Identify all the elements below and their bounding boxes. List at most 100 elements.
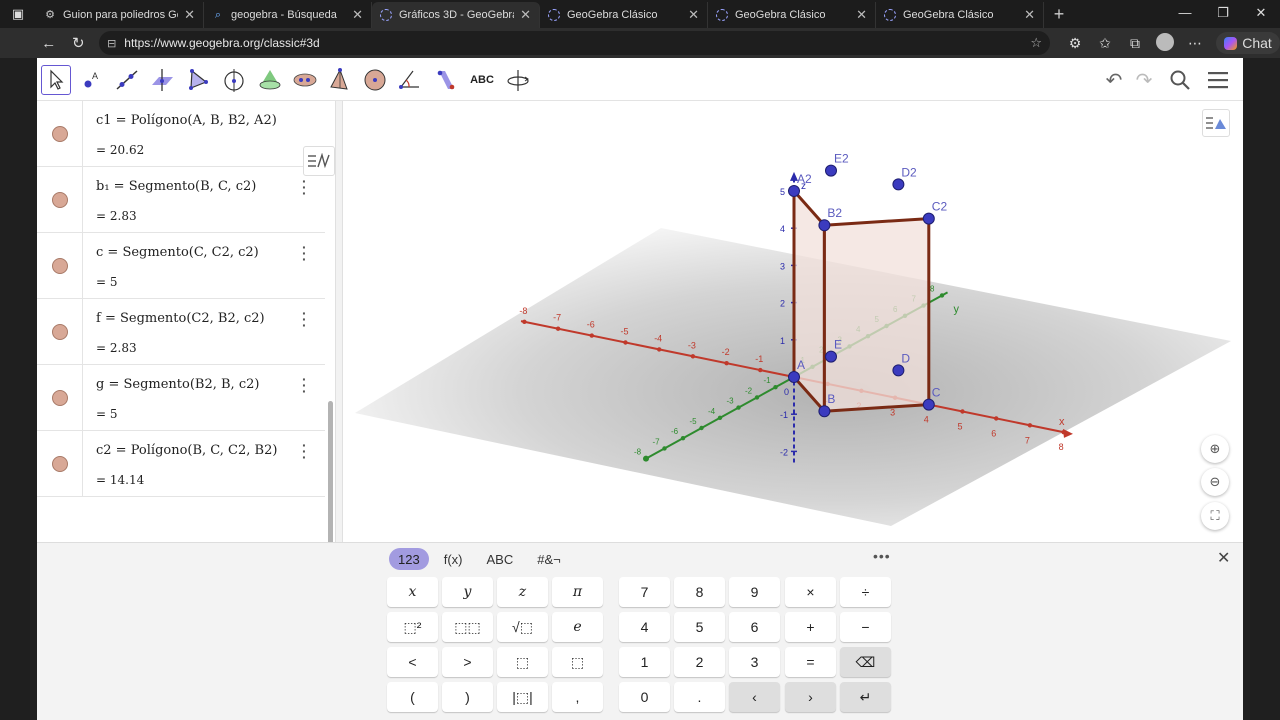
more-icon[interactable]: ••• [873, 548, 891, 564]
new-tab-button[interactable]: + [1044, 2, 1074, 28]
close-icon[interactable]: ✕ [688, 7, 699, 23]
algebra-row-c[interactable]: c = Segmento(C, C2, c2) = 5 · · · [37, 233, 325, 299]
visibility-toggle[interactable] [52, 126, 68, 142]
more-options-icon[interactable]: · · · [302, 174, 307, 200]
key-left-3-0[interactable]: ( [387, 682, 438, 712]
close-icon[interactable]: ✕ [520, 7, 531, 23]
algebra-row-f[interactable]: f = Segmento(C2, B2, c2) = 2.83 · · · [37, 299, 325, 365]
key-left-2-3[interactable]: ⬚ [552, 647, 603, 677]
more-icon[interactable]: ⋯ [1180, 35, 1210, 52]
algebra-row-c1[interactable]: c1 = Polígono(A, B, B2, A2) = 20.62 [37, 101, 325, 167]
collections-icon[interactable]: ⧉ [1120, 35, 1150, 52]
key-left-2-1[interactable]: > [442, 647, 493, 677]
key-left-2-0[interactable]: < [387, 647, 438, 677]
key-left-1-2[interactable]: √⬚ [497, 612, 548, 642]
angle-tool[interactable] [395, 65, 425, 95]
cone-tool[interactable] [325, 65, 355, 95]
key-left-1-0[interactable]: ⬚² [387, 612, 438, 642]
visibility-toggle[interactable] [52, 390, 68, 406]
intersect-surfaces-tool[interactable] [255, 65, 285, 95]
key-right-3-1[interactable]: . [674, 682, 725, 712]
more-options-icon[interactable]: · · · [302, 306, 307, 332]
rotate-view-tool[interactable] [503, 65, 533, 95]
search-icon[interactable] [1165, 66, 1195, 94]
reload-icon[interactable]: ↻ [64, 34, 94, 52]
circle-axis-tool[interactable] [219, 65, 249, 95]
more-options-icon[interactable]: · · · [302, 372, 307, 398]
maximize-icon[interactable]: ❐ [1204, 0, 1242, 28]
key-left-1-3[interactable]: e [552, 612, 603, 642]
3d-scene[interactable]: x -8 -7 -6 -5 -4 -3 -2 -1 1 2 3 4 5 6 7 8 y -8 -7 -6 -5 -4 -3 -2… [343, 101, 1243, 542]
close-keyboard-icon[interactable]: ✕ [1217, 548, 1230, 568]
minimize-icon[interactable]: — [1166, 0, 1204, 28]
algebra-definition[interactable]: c = Segmento(C, C2, c2) [96, 245, 259, 260]
chat-button[interactable]: Chat [1216, 32, 1280, 54]
tab-symbols[interactable]: #&¬ [528, 548, 570, 570]
key-right-2-1[interactable]: 2 [674, 647, 725, 677]
close-icon[interactable]: ✕ [352, 7, 363, 23]
visibility-toggle[interactable] [52, 192, 68, 208]
key-right-1-2[interactable]: 6 [729, 612, 780, 642]
key-right-3-4[interactable]: ↵ [840, 682, 891, 712]
key-left-3-2[interactable]: |⬚| [497, 682, 548, 712]
tab-search[interactable]: ⌕ geogebra - Búsqueda ✕ [204, 2, 372, 28]
key-right-2-4[interactable]: ⌫ [840, 647, 891, 677]
close-window-icon[interactable]: ✕ [1242, 0, 1280, 28]
reflect-tool[interactable] [431, 65, 461, 95]
text-tool[interactable]: ABC [467, 65, 497, 95]
polygon-tool[interactable] [183, 65, 213, 95]
undo-icon[interactable]: ↶ [1099, 66, 1129, 94]
key-right-2-3[interactable]: = [785, 647, 836, 677]
key-left-2-2[interactable]: ⬚ [497, 647, 548, 677]
algebra-row-c2[interactable]: c2 = Polígono(B, C, C2, B2) = 14.14 · · · [37, 431, 325, 497]
key-right-2-0[interactable]: 1 [619, 647, 670, 677]
profile-avatar[interactable] [1150, 32, 1180, 54]
url-field[interactable]: ⊟ https://www.geogebra.org/classic#3d ☆ [99, 31, 1051, 55]
panel-divider[interactable] [335, 101, 343, 542]
graphics-style-toggle-icon[interactable] [1202, 109, 1230, 137]
algebra-definition[interactable]: g = Segmento(B2, B, c2) [96, 377, 259, 392]
visibility-toggle[interactable] [52, 324, 68, 340]
site-info-icon[interactable]: ⊟ [107, 37, 116, 50]
key-right-0-2[interactable]: 9 [729, 577, 780, 607]
favorite-star-icon[interactable]: ☆ [1030, 35, 1042, 51]
main-menu-icon[interactable] [1203, 66, 1233, 94]
more-options-icon[interactable]: · · · [302, 240, 307, 266]
key-right-3-2[interactable]: ‹ [729, 682, 780, 712]
key-right-0-1[interactable]: 8 [674, 577, 725, 607]
key-left-3-3[interactable]: , [552, 682, 603, 712]
key-right-0-4[interactable]: ÷ [840, 577, 891, 607]
tab-abc[interactable]: ABC [477, 548, 522, 570]
algebra-definition[interactable]: c2 = Polígono(B, C, C2, B2) [96, 443, 277, 458]
favorites-icon[interactable]: ✩ [1090, 35, 1120, 52]
key-left-3-1[interactable]: ) [442, 682, 493, 712]
key-right-0-3[interactable]: × [785, 577, 836, 607]
algebra-scrollbar[interactable] [328, 401, 333, 542]
key-left-0-3[interactable]: π [552, 577, 603, 607]
tab-geogebra-clasico-2[interactable]: GeoGebra Clásico ✕ [708, 2, 876, 28]
move-tool[interactable] [41, 65, 71, 95]
key-right-3-0[interactable]: 0 [619, 682, 670, 712]
key-right-1-3[interactable]: + [785, 612, 836, 642]
redo-icon[interactable]: ↷ [1129, 66, 1159, 94]
pyramid-tool[interactable] [290, 65, 320, 95]
key-left-0-1[interactable]: y [442, 577, 493, 607]
sphere-tool[interactable] [360, 65, 390, 95]
algebra-style-toggle-icon[interactable] [303, 146, 335, 176]
tab-guion[interactable]: ⚙Guion para poliedros GeoGe✕ [36, 2, 204, 28]
algebra-definition[interactable]: c1 = Polígono(A, B, B2, A2) [96, 113, 277, 128]
key-right-3-3[interactable]: › [785, 682, 836, 712]
tab-123[interactable]: 123 [389, 548, 429, 570]
algebra-definition[interactable]: f = Segmento(C2, B2, c2) [96, 311, 265, 326]
point-tool[interactable]: A [77, 65, 107, 95]
window-menu-icon[interactable]: ▣ [0, 0, 36, 28]
more-options-icon[interactable]: · · · [302, 438, 307, 464]
line-tool[interactable] [112, 65, 142, 95]
key-left-0-0[interactable]: x [387, 577, 438, 607]
graphics-3d-view[interactable]: x -8 -7 -6 -5 -4 -3 -2 -1 1 2 3 4 5 6 7 8 y -8 -7 -6 -5 -4 -3 -2… [343, 101, 1243, 542]
key-right-1-0[interactable]: 4 [619, 612, 670, 642]
visibility-toggle[interactable] [52, 258, 68, 274]
algebra-row-b1[interactable]: b₁ = Segmento(B, C, c2) = 2.83 · · · [37, 167, 325, 233]
visibility-toggle[interactable] [52, 456, 68, 472]
close-icon[interactable]: ✕ [856, 7, 867, 23]
